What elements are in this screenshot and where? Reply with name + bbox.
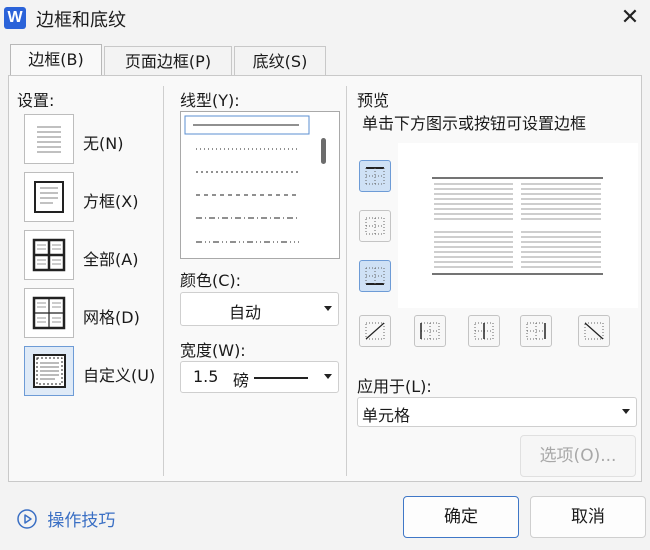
border-all-icon [32,238,66,272]
wps-writer-icon: W [4,7,26,29]
color-heading: 颜色(C): [180,271,242,290]
play-circle-icon [17,509,37,529]
tab-page-borders[interactable]: 页面边框(P) [104,46,232,76]
width-value: 1.5 [193,367,219,386]
close-icon[interactable]: ✕ [616,4,644,32]
color-dropdown[interactable]: 自动 [180,292,339,326]
line-style-heading: 线型(Y): [180,91,240,110]
border-none-icon [37,126,61,153]
setting-all-label: 全部(A) [83,250,139,269]
setting-box-label: 方框(X) [83,192,139,211]
border-top-icon [365,167,385,185]
tab-borders[interactable]: 边框(B) [10,44,102,76]
setting-custom-label: 自定义(U) [83,366,156,385]
title-bar: W 边框和底纹 ✕ [0,0,650,38]
line-style-list[interactable] [180,111,340,259]
apply-to-heading: 应用于(L): [357,377,432,396]
setting-grid-button[interactable] [24,288,74,338]
setting-all-button[interactable] [24,230,74,280]
separator [163,86,164,476]
chevron-down-icon [324,306,332,311]
top-border-button[interactable] [359,160,391,192]
scrollbar-thumb [321,138,326,164]
right-border-button[interactable] [520,315,552,347]
border-bottom-icon [365,267,385,285]
settings-heading: 设置: [17,91,55,110]
width-line-sample [254,377,308,379]
dialog-title: 边框和底纹 [36,10,126,31]
cancel-button[interactable]: 取消 [530,496,646,538]
setting-custom-button[interactable] [24,346,74,396]
setting-none-button[interactable] [24,114,74,164]
border-diagonal-down-icon [584,322,604,340]
border-box-icon [34,181,64,213]
apply-to-dropdown[interactable]: 单元格 [357,397,637,427]
separator [346,86,347,476]
preview-heading: 预览 [357,91,390,110]
border-inside-horizontal-icon [365,217,385,235]
line-style-options [184,115,326,243]
setting-box-button[interactable] [24,172,74,222]
setting-none-label: 无(N) [83,134,124,153]
width-dropdown[interactable]: 1.5 磅 [180,361,339,393]
options-button[interactable]: 选项(O)... [520,435,636,477]
border-custom-icon [33,354,66,388]
tips-label: 操作技巧 [47,511,116,531]
ok-button[interactable]: 确定 [403,496,519,538]
chevron-down-icon [622,409,630,414]
width-heading: 宽度(W): [180,341,246,360]
left-border-button[interactable] [414,315,446,347]
tab-shading[interactable]: 底纹(S) [234,46,326,76]
border-diagonal-up-icon [365,322,385,340]
width-unit: 磅 [233,371,250,390]
inside-horizontal-border-button[interactable] [359,210,391,242]
diagonal-down-border-button[interactable] [578,315,610,347]
inside-vertical-border-button[interactable] [468,315,500,347]
border-inside-vertical-icon [474,322,494,340]
border-left-icon [420,322,440,340]
border-grid-icon [32,296,66,330]
border-right-icon [526,322,546,340]
bottom-border-button[interactable] [359,260,391,292]
preview-area[interactable] [398,143,638,308]
color-value: 自动 [229,303,262,322]
apply-to-value: 单元格 [362,406,411,425]
preview-hint: 单击下方图示或按钮可设置边框 [362,114,587,133]
preview-document [432,177,603,275]
chevron-down-icon [324,374,332,379]
setting-grid-label: 网格(D) [83,308,140,327]
tips-link[interactable]: 操作技巧 [16,506,115,531]
diagonal-up-border-button[interactable] [359,315,391,347]
